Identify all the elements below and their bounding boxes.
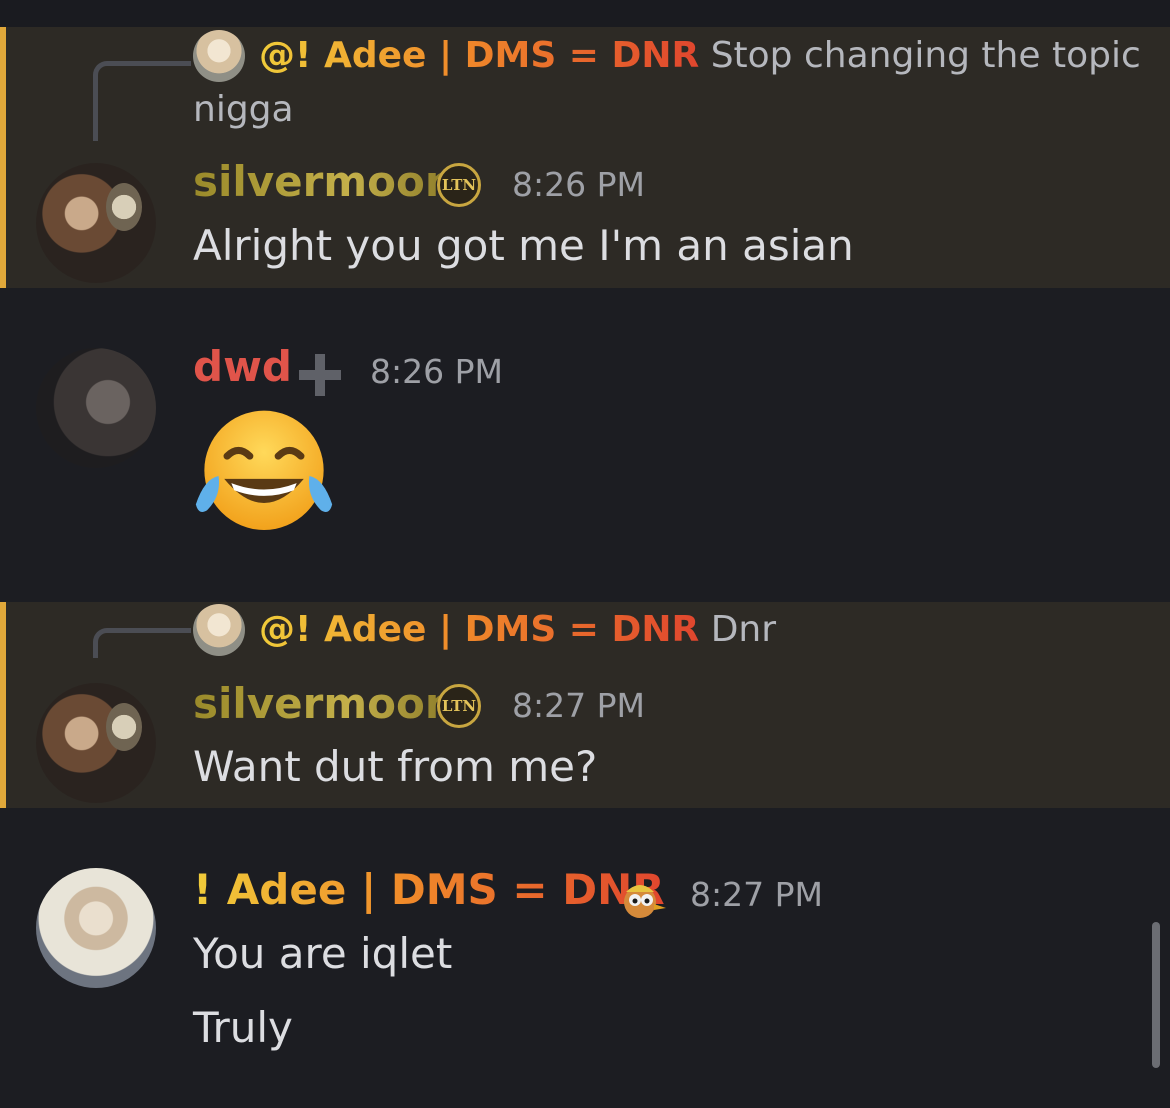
timestamp: 8:26 PM: [370, 352, 503, 391]
top-strip: [0, 0, 1170, 27]
reply-connector: [93, 61, 191, 141]
timestamp: 8:27 PM: [512, 686, 645, 725]
avatar[interactable]: [36, 163, 156, 283]
author-name[interactable]: ! Adee | DMS = DNR: [193, 865, 665, 914]
author-name[interactable]: silvermoon: [193, 679, 455, 728]
plus-icon[interactable]: [299, 354, 341, 396]
scrollbar[interactable]: [1152, 922, 1160, 1068]
author-name[interactable]: silvermoon: [193, 157, 455, 206]
message-text-line: You are iqlet: [193, 929, 453, 978]
reply-author-name[interactable]: @! Adee | DMS = DNR: [259, 609, 699, 650]
avatar[interactable]: [36, 348, 156, 468]
avatar[interactable]: [36, 683, 156, 803]
reply-author-name[interactable]: @! Adee | DMS = DNR: [259, 35, 699, 76]
timestamp: 8:27 PM: [690, 875, 823, 914]
message-text-line: Truly: [193, 1003, 293, 1052]
message-group[interactable]: @! Adee | DMS = DNR Dnr silvermoon LTN 8…: [0, 602, 1170, 808]
cartoon-bird-icon[interactable]: [618, 874, 668, 924]
reply-snippet-line2: nigga: [193, 89, 294, 130]
message-group[interactable]: @! Adee | DMS = DNR Stop changing the to…: [0, 27, 1170, 288]
role-badge-icon[interactable]: LTN: [437, 684, 481, 728]
message-group[interactable]: ! Adee | DMS = DNR 8:27 PM You are iqlet…: [0, 808, 1170, 1108]
reply-preview[interactable]: @! Adee | DMS = DNR Dnr: [193, 603, 776, 657]
reply-snippet-line1: Dnr: [710, 609, 777, 650]
face-with-tears-of-joy-icon: [195, 410, 333, 530]
reply-connector: [93, 628, 191, 658]
timestamp: 8:26 PM: [512, 165, 645, 204]
reply-preview[interactable]: @! Adee | DMS = DNR Stop changing the to…: [193, 29, 1141, 83]
role-badge-icon[interactable]: LTN: [437, 163, 481, 207]
author-name[interactable]: dwd: [193, 342, 292, 391]
avatar[interactable]: [36, 868, 156, 988]
reply-snippet-line1: Stop changing the topic: [710, 35, 1141, 76]
message-text: Alright you got me I'm an asian: [193, 221, 854, 270]
message-group[interactable]: dwd 8:26 PM: [0, 288, 1170, 602]
message-text: Want dut from me?: [193, 742, 598, 791]
